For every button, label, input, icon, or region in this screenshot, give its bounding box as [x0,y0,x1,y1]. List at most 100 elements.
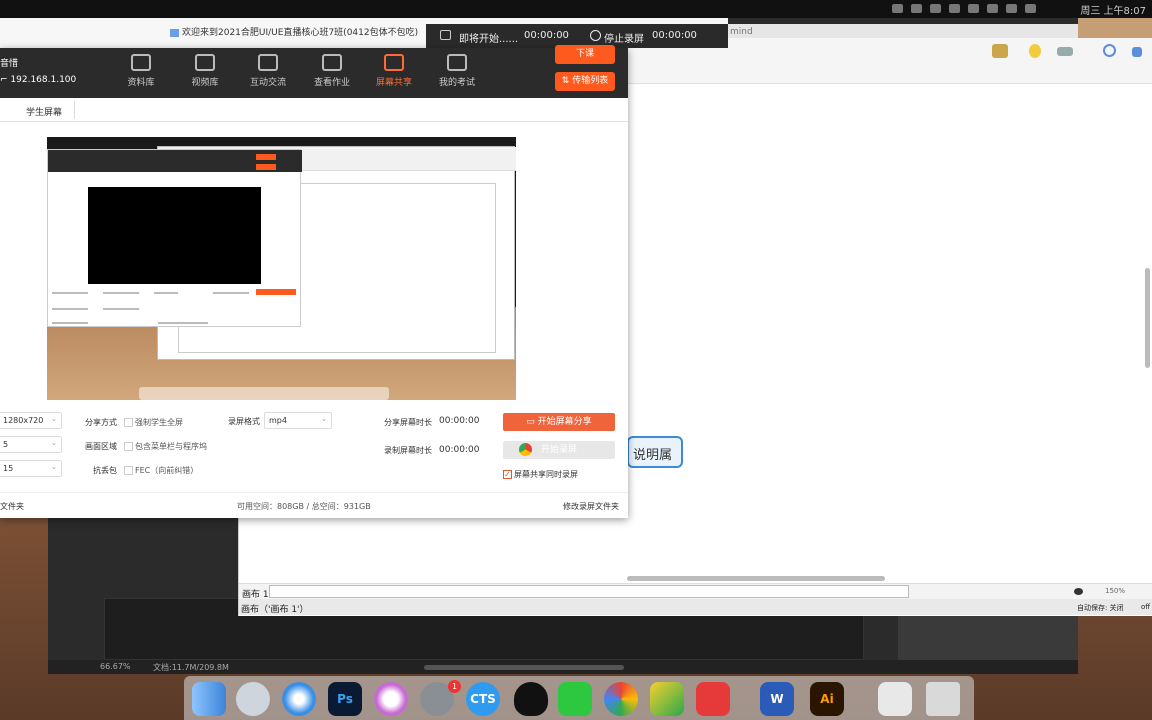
menu-bar: 周三 上午8:07 [0,0,1152,18]
record-icon [519,443,532,456]
library-icon [131,54,151,71]
itunes-icon[interactable] [374,682,408,716]
horizontal-scrollbar[interactable] [627,576,885,581]
end-class-button[interactable]: 下课 [555,45,615,64]
nav-video-library[interactable]: 视频库 [175,54,235,94]
google-drive-icon[interactable] [650,682,684,716]
chat-icon [258,54,278,71]
transfer-list-button[interactable]: ⇅ 传输列表 [555,72,615,91]
cts-icon[interactable]: CTS [466,682,500,716]
status-icon[interactable] [892,4,903,13]
battery-icon[interactable] [1025,4,1036,13]
tab-divider [74,101,75,119]
eye-icon[interactable] [1074,588,1083,595]
status-icon[interactable] [987,4,998,13]
app-icon [170,28,179,37]
menu-bar-status-icons [892,4,1036,13]
insert-topic-icon[interactable] [992,44,1008,58]
resolution-select[interactable]: 1280x720 ⌄ [0,412,62,429]
mindmap-topic-node[interactable]: 说明属性 [627,436,683,468]
disk-space: 可用空间：808GB / 总空间：931GB [237,502,371,511]
document-size: 文档:11.7M/209.8M [153,663,229,672]
wechat-icon[interactable] [558,682,592,716]
nav-screen-share[interactable]: 屏幕共享 [364,54,424,94]
status-right: off [1141,603,1151,611]
open-folder-link[interactable]: 文件夹 [0,501,24,512]
canvas-tab-bar: 画布 1 150% [239,583,1152,600]
recording-status-time: 00:00:00 [524,30,569,41]
homework-folder-icon [322,54,342,71]
change-record-folder-link[interactable]: 修改录屏文件夹 [563,501,619,512]
screen-preview [47,137,516,400]
record-format-select[interactable]: mp4 ⌄ [264,412,332,429]
video-library-icon [195,54,215,71]
nav-my-exam[interactable]: 我的考试 [427,54,487,94]
nav-library[interactable]: 资料库 [111,54,171,94]
checkbox[interactable] [503,470,512,479]
host-ip: ⌐ 192.168.1.100 [0,75,77,85]
safari-icon[interactable] [282,682,316,716]
include-menubar-checkbox[interactable]: 包含菜单栏与程序坞 [124,441,207,452]
document-title: mind [730,27,753,37]
host-info: 音惜 ⌐ 192.168.1.100 [0,56,76,88]
quality-select[interactable]: 15 ⌄ [0,460,62,477]
xmind-icon[interactable] [696,682,730,716]
screen-record-icon [440,30,451,40]
qq-icon[interactable] [514,682,548,716]
start-recording-button[interactable]: 开始录屏 [503,441,615,459]
zoom-level[interactable]: 150% [1105,587,1125,595]
record-duration-label: 录制屏幕时长 [384,446,432,455]
window-title: 欢迎来到2021合肥UI/UE直播核心班7班(0412包体不包吃) [170,25,418,38]
autosave-status[interactable]: 自动保存: 关闭 [1077,603,1124,613]
preview-app-window [47,149,302,327]
illustrator-icon[interactable]: Ai [810,682,844,716]
outline-icon[interactable] [1057,47,1073,56]
force-fullscreen-checkbox[interactable]: 强制学生全屏 [124,417,183,428]
fps-select[interactable]: 5 ⌄ [0,436,62,453]
photoshop-icon[interactable]: Ps [328,682,362,716]
word-icon[interactable]: W [760,682,794,716]
preview-dock [139,387,389,400]
format-icon[interactable] [1132,47,1142,57]
screen-share-app-icon[interactable] [604,682,638,716]
share-mode-label: 分享方式 [85,418,117,427]
canvas-status: 画布（'画布 1'） [241,605,309,615]
recording-status: 即将开始...... [459,34,519,45]
canvas-tab-strip [269,585,909,598]
finder-icon[interactable] [192,682,226,716]
screen-share-window: 音惜 ⌐ 192.168.1.100 资料库 视频库 互动交流 查看作业 屏幕共… [0,45,628,518]
stop-recording-button[interactable]: 停止录屏 [604,30,644,45]
idea-bulb-icon[interactable] [1029,44,1041,58]
nav-interaction[interactable]: 互动交流 [238,54,298,94]
wifi-icon[interactable] [1006,4,1017,13]
record-duration-value: 00:00:00 [439,445,480,455]
checkbox[interactable] [124,466,133,475]
share-duration-label: 分享屏幕时长 [384,418,432,427]
checkbox[interactable] [124,418,133,427]
mindmap-statusbar: 画布（'画布 1'） 自动保存: 关闭 off [239,599,1152,615]
share-duration-value: 00:00:00 [439,416,480,426]
checkbox[interactable] [124,442,133,451]
stop-icon[interactable] [590,30,601,41]
status-icon[interactable] [930,4,941,13]
tab-student-screen[interactable]: 学生屏幕 [26,105,62,118]
status-icon[interactable] [949,4,960,13]
preview-icon[interactable] [878,682,912,716]
horizontal-scrollbar[interactable] [424,665,624,670]
start-screen-share-button[interactable]: ▭ 开始屏幕分享 [503,413,615,431]
topic-text: 说明属性 [633,448,673,463]
menu-bar-clock[interactable]: 周三 上午8:07 [1080,2,1146,17]
sync-record-checkbox[interactable]: 屏幕共享同时录屏 [503,469,578,480]
trash-icon[interactable] [926,682,960,716]
footer-divider [0,492,628,493]
dock: Ps CTS W Ai [184,676,974,720]
tab-bar: 学生屏幕 [0,98,628,122]
packet-loss-label: 抗丢包 [93,466,117,475]
vertical-scrollbar[interactable] [1145,268,1150,368]
status-icon[interactable] [911,4,922,13]
status-icon[interactable] [968,4,979,13]
nav-homework[interactable]: 查看作业 [302,54,362,94]
launchpad-icon[interactable] [236,682,270,716]
fec-checkbox[interactable]: FEC（向前纠错） [124,465,198,476]
search-icon[interactable] [1103,44,1116,57]
